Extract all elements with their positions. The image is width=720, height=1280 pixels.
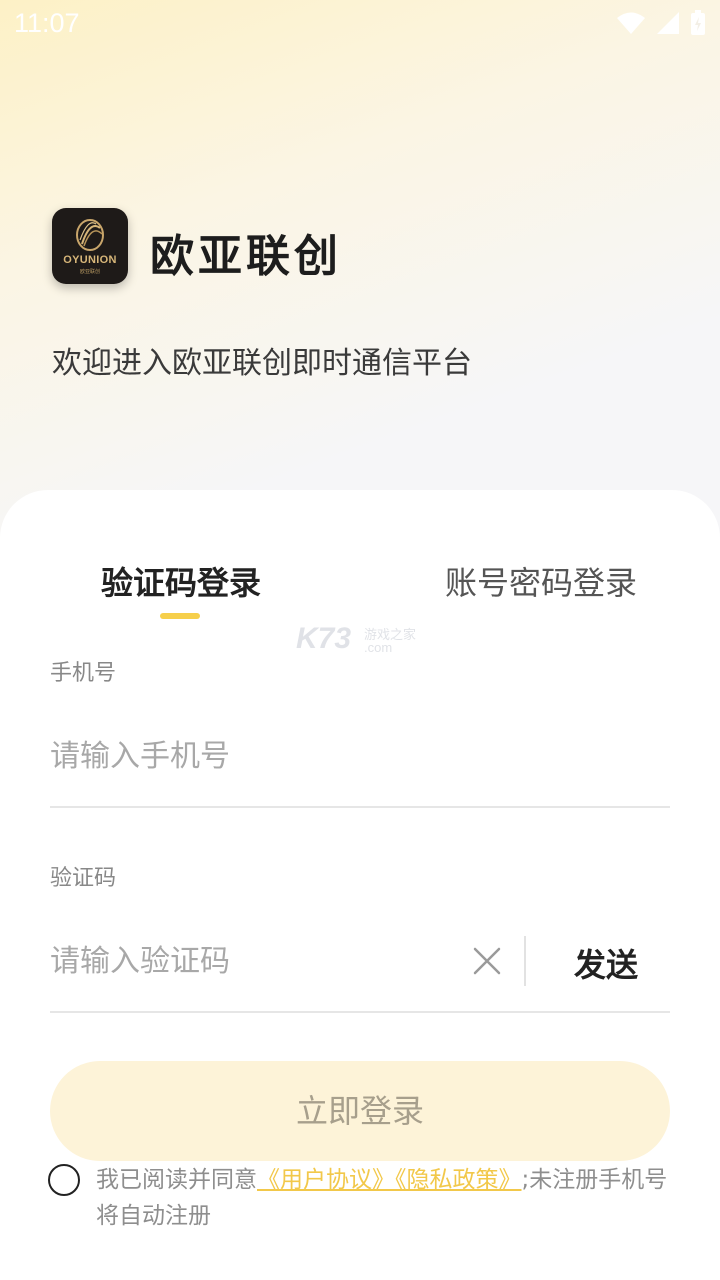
logo-subtext: 欧亚联创 [79, 269, 100, 275]
agreement-checkbox[interactable] [48, 1164, 80, 1196]
code-label: 验证码 [50, 866, 117, 891]
tab-password-login[interactable]: 账号密码登录 [445, 558, 637, 604]
logo-text: OYUNION [63, 254, 117, 266]
status-time: 11:07 [14, 8, 80, 38]
wifi-icon [617, 12, 645, 34]
agreement-text: 我已阅读并同意《用户协议》《隐私政策》;未注册手机号将自动注册 [96, 1162, 676, 1234]
clear-icon[interactable] [470, 944, 504, 978]
watermark-domain: .com [364, 640, 393, 655]
login-button[interactable]: 立即登录 [50, 1061, 670, 1161]
tab-sms-login[interactable]: 验证码登录 [101, 558, 261, 604]
welcome-text: 欢迎进入欧亚联创即时通信平台 [52, 346, 472, 381]
battery-icon [691, 10, 705, 35]
phone-divider [50, 806, 670, 808]
send-code-button[interactable]: 发送 [574, 940, 638, 986]
phone-input[interactable] [50, 733, 670, 779]
status-icons [616, 10, 706, 36]
status-bar: 11:07 [0, 0, 720, 50]
code-input[interactable] [50, 938, 450, 984]
user-agreement-link[interactable]: 《用户协议》 [257, 1167, 395, 1193]
app-name: 欧亚联创 [150, 231, 342, 282]
send-separator [524, 936, 526, 986]
phone-label: 手机号 [50, 661, 117, 686]
logo-swirl-icon [76, 219, 104, 251]
watermark: K73 游戏之家 .com [296, 622, 426, 662]
active-tab-indicator [160, 613, 200, 619]
privacy-policy-link[interactable]: 《隐私政策》 [395, 1167, 522, 1193]
code-divider [50, 1011, 670, 1013]
signal-icon [657, 12, 679, 34]
agreement-prefix: 我已阅读并同意 [96, 1167, 257, 1193]
watermark-logo: K73 [296, 622, 352, 655]
app-logo: OYUNION 欧亚联创 [52, 208, 128, 284]
